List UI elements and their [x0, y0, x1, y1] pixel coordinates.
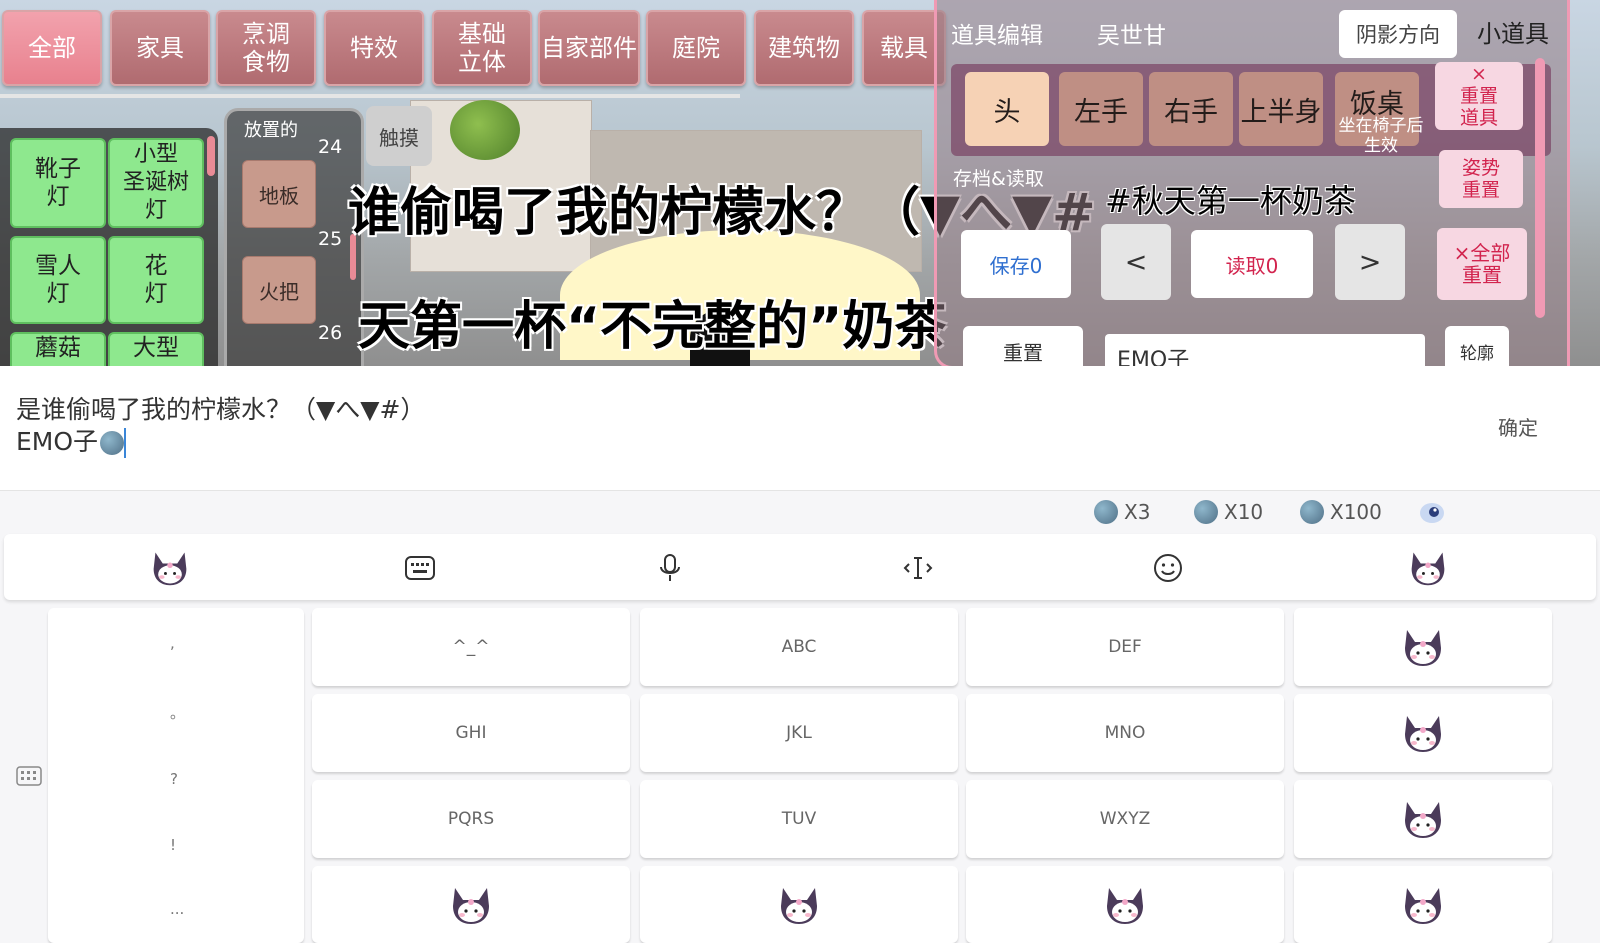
reset-all-button[interactable]: ×全部 重置: [1437, 228, 1527, 300]
placement-panel: [224, 108, 364, 366]
kuromi-icon[interactable]: [1294, 608, 1552, 686]
item-boot-light[interactable]: 靴子 灯: [10, 138, 106, 228]
overlay-text-line2: 天第一杯“不完整的”奶茶: [358, 297, 947, 357]
text-caret: [124, 428, 127, 458]
tab-effects[interactable]: 特效: [324, 10, 424, 86]
part-head-button[interactable]: 头: [965, 72, 1049, 146]
pose-reset-button[interactable]: 姿势 重置: [1439, 150, 1523, 208]
symbol-question-key[interactable]: ?: [170, 770, 178, 788]
owner-name: 吴世甘: [1097, 23, 1166, 49]
tab-scrollbar[interactable]: [0, 94, 740, 98]
key-emoticon[interactable]: ^_^: [312, 608, 630, 686]
game-scene[interactable]: 全部 家具 烹调 食物 特效 基础 立体 自家部件 庭院 建筑物 载具 靴子 灯…: [0, 0, 1600, 366]
kuromi-icon[interactable]: [1294, 694, 1552, 772]
symbol-comma-key[interactable]: ,: [170, 634, 175, 652]
item-snowman-light[interactable]: 雪人 灯: [10, 236, 106, 324]
multiplier-label: X100: [1330, 500, 1382, 524]
placement-number: 25: [318, 228, 343, 250]
eye-sticker-icon[interactable]: [1418, 500, 1446, 526]
key-pqrs[interactable]: PQRS: [312, 780, 630, 858]
save-name: #秋天第一杯奶茶: [1105, 182, 1356, 220]
cursor-icon[interactable]: [898, 548, 938, 588]
key-jkl[interactable]: JKL: [640, 694, 958, 772]
keyboard-icon[interactable]: [400, 548, 440, 588]
emoji-x3-button[interactable]: X3: [1094, 500, 1150, 524]
part-upper-body-button[interactable]: 上半身: [1239, 72, 1323, 146]
shadow-direction-label: 阴影方向: [1356, 23, 1440, 47]
placement-number: 24: [318, 136, 343, 158]
item-large-light[interactable]: 大型: [108, 332, 204, 366]
tab-garden[interactable]: 庭院: [646, 10, 746, 86]
tab-buildings[interactable]: 建筑物: [754, 10, 854, 86]
moon-emoji-icon: [1194, 500, 1218, 524]
save-button[interactable]: 保存0: [961, 230, 1071, 298]
shadow-direction-button[interactable]: 阴影方向: [1339, 10, 1457, 58]
symbol-period-key[interactable]: 。: [170, 702, 185, 723]
edit-scrollbar[interactable]: [1535, 58, 1545, 318]
emoji-x10-button[interactable]: X10: [1194, 500, 1263, 524]
key-def[interactable]: DEF: [966, 608, 1284, 686]
save-load-label: 存档&读取: [953, 168, 1044, 190]
reset-item-button[interactable]: × 重置 道具: [1435, 62, 1523, 130]
confirm-button[interactable]: 确定: [1498, 412, 1538, 441]
text-input-area[interactable]: 是谁偷喝了我的柠檬水？（▼へ▼#） EMO子 确定: [0, 366, 1600, 491]
load-button[interactable]: 读取0: [1191, 230, 1313, 298]
kuromi-icon[interactable]: [640, 866, 958, 943]
tab-cooking[interactable]: 烹调 食物: [216, 10, 316, 86]
tree: [450, 100, 520, 160]
list-scrollbar[interactable]: [207, 136, 215, 176]
switch-keyboard-icon[interactable]: [16, 766, 42, 790]
kuromi-icon[interactable]: [150, 548, 190, 588]
shadow-direction-value: 0: [1443, 36, 1457, 60]
item-xmas-tree-light[interactable]: 小型 圣诞树 灯: [108, 138, 204, 228]
tab-home-parts[interactable]: 自家部件: [538, 10, 640, 86]
touch-button[interactable]: 触摸: [366, 106, 432, 166]
microphone-icon[interactable]: [650, 548, 690, 588]
moon-emoji-icon: [1094, 500, 1118, 524]
key-tuv[interactable]: TUV: [640, 780, 958, 858]
input-line2: EMO子: [16, 427, 99, 456]
multiplier-label: X10: [1224, 500, 1264, 524]
placement-item-floor[interactable]: 地板: [242, 160, 316, 228]
next-slot-button[interactable]: >: [1335, 224, 1405, 300]
key-abc[interactable]: ABC: [640, 608, 958, 686]
kuromi-icon[interactable]: [1408, 548, 1448, 588]
reset-button[interactable]: 重置: [963, 326, 1083, 366]
moon-emoji-icon: [100, 431, 125, 455]
emoji-x100-button[interactable]: X100: [1300, 500, 1382, 524]
placement-header: 放置的: [244, 120, 298, 141]
moon-emoji-icon: [1300, 500, 1324, 524]
key-wxyz[interactable]: WXYZ: [966, 780, 1284, 858]
seat-note: 坐在椅子后 生效: [1338, 116, 1424, 156]
name-input[interactable]: EMO子: [1105, 334, 1425, 366]
key-ghi[interactable]: GHI: [312, 694, 630, 772]
keyboard-toolbar: [4, 534, 1596, 600]
prev-slot-button[interactable]: <: [1101, 224, 1171, 300]
outline-button[interactable]: 轮廓: [1445, 326, 1509, 366]
part-right-hand-button[interactable]: 右手: [1149, 72, 1233, 146]
kuromi-icon[interactable]: [966, 866, 1284, 943]
item-edit-panel: 道具编辑 吴世甘 阴影方向 0 小道具 头 左手 右手 上半身 饭桌 坐在椅子后…: [934, 0, 1570, 366]
symbol-exclaim-key[interactable]: !: [170, 836, 176, 854]
emoji-icon[interactable]: [1148, 548, 1188, 588]
multiplier-label: X3: [1124, 500, 1151, 524]
placement-number: 26: [318, 322, 343, 344]
symbol-ellipsis-key[interactable]: ...: [170, 900, 184, 918]
placement-item-torch[interactable]: 火把: [242, 256, 316, 324]
kuromi-icon[interactable]: [1294, 780, 1552, 858]
edit-panel-title: 道具编辑: [951, 23, 1043, 49]
item-flower-light[interactable]: 花 灯: [108, 236, 204, 324]
tab-basic-solid[interactable]: 基础 立体: [432, 10, 532, 86]
item-mushroom-light[interactable]: 蘑菇: [10, 332, 106, 366]
key-mno[interactable]: MNO: [966, 694, 1284, 772]
kuromi-icon[interactable]: [1294, 866, 1552, 943]
tab-furniture[interactable]: 家具: [110, 10, 210, 86]
tab-all[interactable]: 全部: [2, 10, 102, 86]
kuromi-icon[interactable]: [312, 866, 630, 943]
input-text[interactable]: 是谁偷喝了我的柠檬水？（▼へ▼#） EMO子: [16, 394, 425, 458]
input-line1: 是谁偷喝了我的柠檬水？（▼へ▼#）: [16, 395, 426, 424]
part-left-hand-button[interactable]: 左手: [1059, 72, 1143, 146]
small-items-label: 小道具: [1477, 20, 1549, 48]
